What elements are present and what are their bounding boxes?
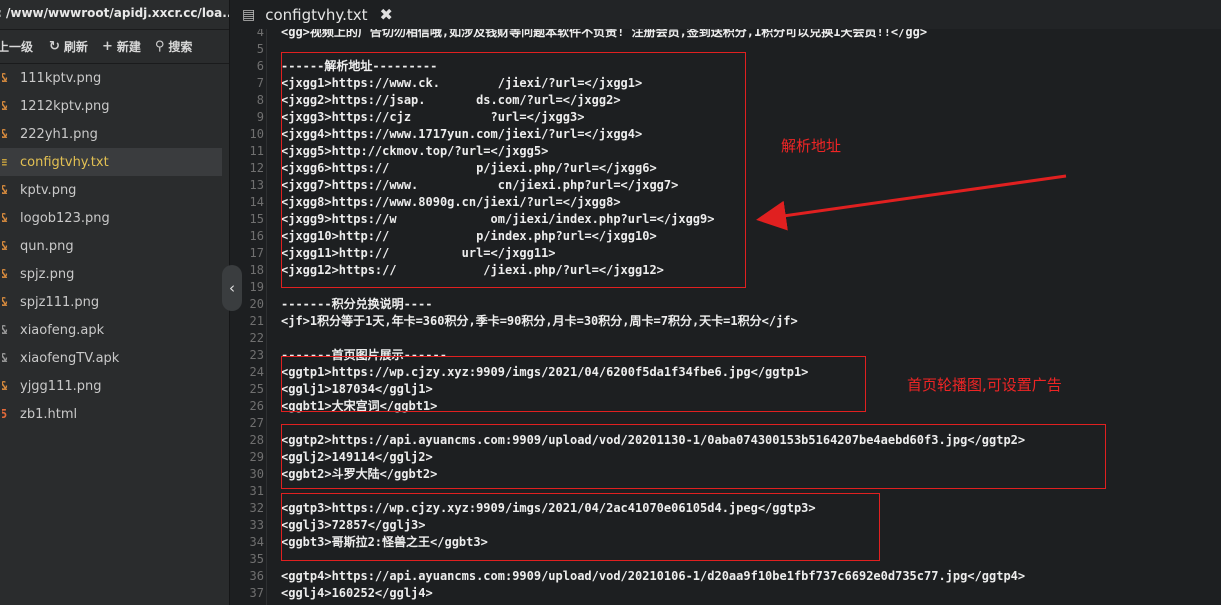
file-item[interactable]: &spjz111.png <box>0 288 222 316</box>
file-item[interactable]: 5 zb1.html <box>0 400 222 428</box>
file-type-glyph: & <box>2 99 7 113</box>
file-item[interactable]: &qun.png <box>0 232 222 260</box>
file-name: zb1.html <box>20 406 78 422</box>
apk-file-icon: & <box>2 323 10 337</box>
file-type-glyph: & <box>2 239 7 253</box>
file-name: configtvhy.txt <box>20 154 109 170</box>
file-item[interactable]: &xiaofengTV.apk <box>0 344 222 372</box>
toolbar-up-button[interactable]: 上一级 <box>0 38 33 55</box>
file-item[interactable]: &111kptv.png <box>0 64 222 92</box>
file-browser-panel: : /www/wwwroot/apidj.xxcr.cc/loa... 上一级 ↻… <box>0 0 230 605</box>
txt-file-icon: ≡ <box>2 155 10 169</box>
toolbar-label: 搜索 <box>168 40 193 54</box>
code-editor: ▤ configtvhy.txt ✖ 4 5 6 7 8 9 10 11 12 13 14 15 16 1… <box>230 0 1221 605</box>
file-type-glyph: & <box>2 323 7 337</box>
search-icon: ⚲ <box>154 39 165 54</box>
file-name: xiaofeng.apk <box>20 322 105 338</box>
png-file-icon: & <box>2 127 10 141</box>
file-list: &111kptv.png&1212kptv.png&222yh1.png≡con… <box>0 64 229 428</box>
file-name: 222yh1.png <box>20 126 98 142</box>
file-type-glyph: & <box>2 379 7 393</box>
tab-bar: ▤ configtvhy.txt ✖ <box>230 0 1221 29</box>
file-name: spjz.png <box>20 266 75 282</box>
code-area[interactable]: 4 5 6 7 8 9 10 11 12 13 14 15 16 17 18 19 20 21 22 23 24 25 26… <box>230 29 1221 605</box>
file-name: xiaofengTV.apk <box>20 350 120 366</box>
file-name: 1212kptv.png <box>20 98 110 114</box>
file-item[interactable]: &yjgg111.png <box>0 372 222 400</box>
current-path: : /www/wwwroot/apidj.xxcr.cc/loa... <box>0 6 229 20</box>
toolbar-label: 刷新 <box>63 40 88 54</box>
close-tab-icon[interactable]: ✖ <box>380 5 393 24</box>
file-item[interactable]: &222yh1.png <box>0 120 222 148</box>
png-file-icon: & <box>2 239 10 253</box>
file-type-glyph: & <box>2 295 7 309</box>
file-type-glyph: 5 <box>2 407 7 421</box>
file-name: spjz111.png <box>20 294 100 310</box>
file-type-glyph: & <box>2 183 7 197</box>
plus-icon: + <box>101 39 113 54</box>
path-bar: : /www/wwwroot/apidj.xxcr.cc/loa... <box>0 0 229 30</box>
file-type-glyph: & <box>2 351 7 365</box>
file-toolbar: 上一级 ↻ 刷新 + 新建 ⚲ 搜索 <box>0 30 229 64</box>
png-file-icon: & <box>2 71 10 85</box>
collapse-sidebar-button[interactable]: ‹ <box>222 265 242 311</box>
file-item[interactable]: &1212kptv.png <box>0 92 222 120</box>
file-type-glyph: & <box>2 267 7 281</box>
file-type-glyph: ≡ <box>2 155 7 169</box>
refresh-icon: ↻ <box>49 39 60 54</box>
file-name: yjgg111.png <box>20 378 102 394</box>
file-type-glyph: & <box>2 211 7 225</box>
png-file-icon: & <box>2 211 10 225</box>
png-file-icon: & <box>2 267 10 281</box>
file-name: logob123.png <box>20 210 110 226</box>
toolbar-label: 上一级 <box>0 40 34 54</box>
file-type-glyph: & <box>2 127 7 141</box>
file-item[interactable]: &logob123.png <box>0 204 222 232</box>
png-file-icon: & <box>2 99 10 113</box>
html-file-icon: 5 <box>2 407 10 421</box>
file-item[interactable]: &xiaofeng.apk <box>0 316 222 344</box>
file-item[interactable]: &spjz.png <box>0 260 222 288</box>
file-name: kptv.png <box>20 182 77 198</box>
file-type-glyph: & <box>2 71 7 85</box>
file-name: qun.png <box>20 238 74 254</box>
png-file-icon: & <box>2 295 10 309</box>
document-icon: ▤ <box>242 6 256 23</box>
apk-file-icon: & <box>2 351 10 365</box>
png-file-icon: & <box>2 379 10 393</box>
toolbar-plus-button[interactable]: + 新建 <box>102 38 141 55</box>
toolbar-label: 新建 <box>116 40 141 54</box>
annotation-arrow <box>756 174 1067 231</box>
toolbar-search-button[interactable]: ⚲ 搜索 <box>155 38 193 55</box>
file-item[interactable]: ≡ configtvhy.txt <box>0 148 222 176</box>
tab-title: configtvhy.txt <box>265 5 368 24</box>
file-name: 111kptv.png <box>20 70 102 86</box>
chevron-left-icon: ‹ <box>229 279 235 297</box>
tab-configtvhy[interactable]: ▤ configtvhy.txt ✖ <box>230 0 393 29</box>
toolbar-refresh-button[interactable]: ↻ 刷新 <box>49 38 88 55</box>
file-item[interactable]: &kptv.png <box>0 176 222 204</box>
png-file-icon: & <box>2 183 10 197</box>
